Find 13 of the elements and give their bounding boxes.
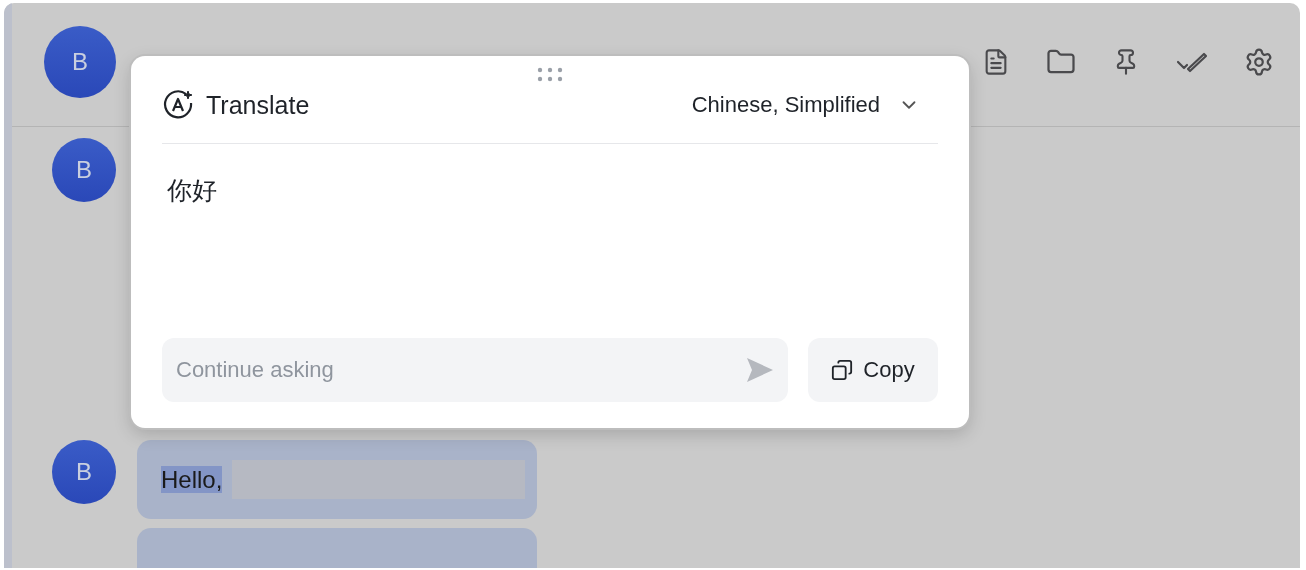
- drag-handle-icon[interactable]: [537, 67, 563, 83]
- user-avatar: B: [52, 138, 116, 202]
- settings-icon[interactable]: [1244, 46, 1274, 77]
- copy-button[interactable]: Copy: [808, 338, 938, 402]
- copy-icon: [831, 359, 854, 381]
- popup-title: Translate: [206, 90, 310, 120]
- message-text: Hello,: [161, 465, 223, 494]
- user-avatar[interactable]: B: [44, 25, 116, 98]
- user-avatar: B: [52, 440, 116, 504]
- language-dropdown[interactable]: Chinese, Simplified: [691, 92, 938, 118]
- translation-result: 你好: [166, 175, 218, 206]
- ask-input-field[interactable]: Continue asking: [162, 338, 788, 402]
- translate-icon: [162, 89, 194, 121]
